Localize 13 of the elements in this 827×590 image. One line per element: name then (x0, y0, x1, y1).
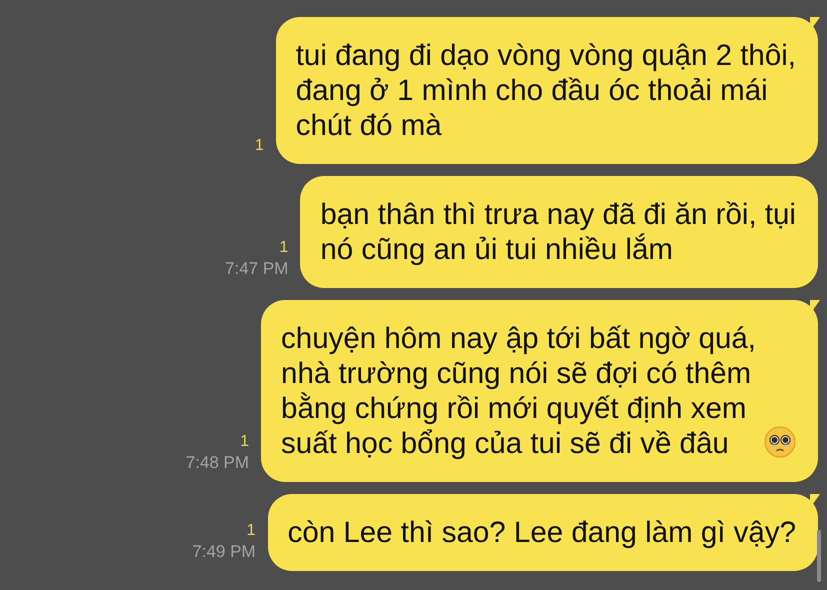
message-text: bạn thân thì trưa nay đã đi ăn rồi, tụi nó cũng an ủi tui nhiều lắm (320, 197, 796, 267)
emoji-icon (764, 426, 796, 458)
message-text: chuyện hôm nay ập tới bất ngờ quá, nhà trường cũng nói sẽ đợi có thêm bằng chứng rồi mới quyết định xem suất học bổng của tui sẽ đi về đâu (281, 321, 756, 461)
timestamp: 7:47 PM (225, 258, 288, 280)
message-text: còn Lee thì sao? Lee đang làm gì vậy? (288, 515, 796, 550)
read-count: 1 (254, 136, 264, 156)
read-count: 1 (279, 238, 288, 258)
message-text: tui đang đi dạo vòng vòng quận 2 thôi, đang ở 1 mình cho đầu óc thoải mái chút đó mà (296, 38, 796, 143)
timestamp: 7:49 PM (192, 541, 256, 563)
timestamp: 7:48 PM (186, 452, 250, 474)
scroll-bar[interactable] (817, 530, 821, 582)
read-count: 1 (240, 432, 250, 452)
read-count: 1 (246, 521, 256, 541)
